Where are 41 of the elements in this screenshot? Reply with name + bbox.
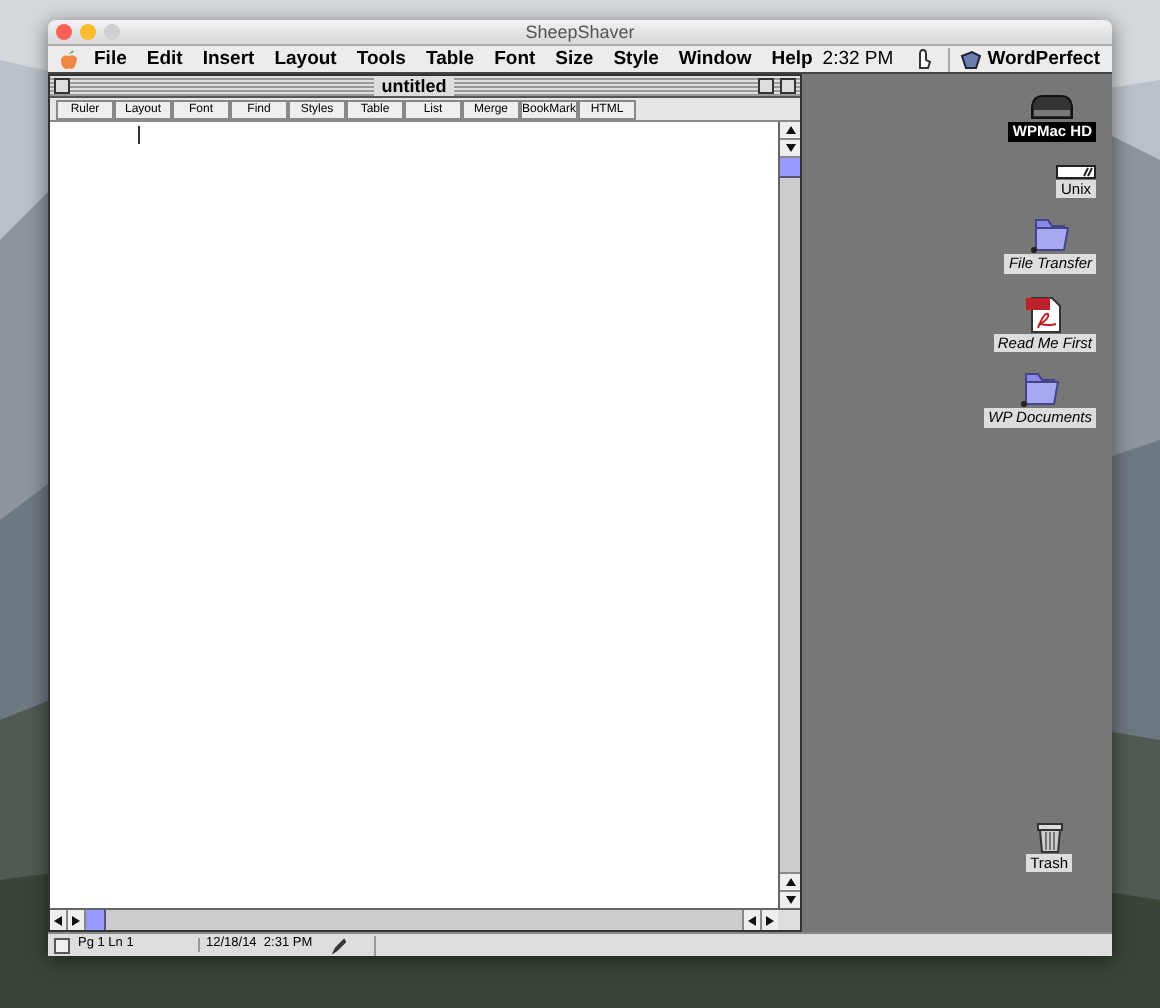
folder-icon (1030, 218, 1071, 254)
scroll-up-arrow-icon[interactable] (780, 122, 800, 140)
menu-item[interactable]: Help (771, 49, 813, 69)
application-name: WordPerfect (987, 49, 1100, 69)
page-toggle-icon[interactable] (54, 937, 70, 953)
scroll-left-arrow-icon[interactable] (742, 910, 760, 930)
zoom-box[interactable] (758, 78, 774, 94)
folder-icon (1020, 372, 1061, 408)
scroll-right-arrow-icon[interactable] (68, 910, 86, 930)
scroll-right-arrow-icon[interactable] (760, 910, 778, 930)
pdf-document-icon (1024, 293, 1065, 333)
scroll-down-arrow-icon[interactable] (780, 140, 800, 158)
trash-icon (1035, 817, 1064, 853)
text-cursor (138, 126, 140, 144)
menu-item[interactable]: File (94, 49, 127, 69)
close-box[interactable] (54, 78, 70, 94)
menu-item[interactable]: Insert (202, 49, 255, 69)
pencil-icon[interactable] (332, 937, 347, 953)
drive-icon (1056, 161, 1096, 179)
scroll-thumb[interactable] (780, 158, 800, 178)
menu-item[interactable]: Table (425, 49, 475, 69)
application-menu[interactable]: WordPerfect (959, 49, 1100, 69)
scroll-left-arrow-icon[interactable] (50, 910, 68, 930)
close-button[interactable] (56, 24, 72, 40)
menu-clock: 2:32 PM (822, 49, 894, 69)
vertical-scrollbar[interactable] (778, 122, 800, 908)
collapse-box[interactable] (780, 78, 796, 94)
scroll-down-arrow-icon[interactable] (780, 890, 800, 908)
scroll-up-arrow-icon[interactable] (780, 872, 800, 890)
menu-item[interactable]: Tools (356, 49, 406, 69)
menu-item[interactable]: Edit (146, 49, 183, 69)
hand-icon[interactable] (913, 48, 932, 70)
menu-item[interactable]: Size (555, 49, 594, 69)
document-title: untitled (373, 77, 455, 95)
menu-item[interactable]: Font (494, 49, 536, 69)
menu-item[interactable]: Window (678, 49, 752, 69)
window-title: SheepShaver (525, 23, 635, 41)
horizontal-scrollbar[interactable] (50, 908, 800, 930)
menu-item[interactable]: Style (613, 49, 659, 69)
menu-item[interactable]: Layout (274, 49, 337, 69)
scroll-thumb[interactable] (86, 910, 106, 930)
